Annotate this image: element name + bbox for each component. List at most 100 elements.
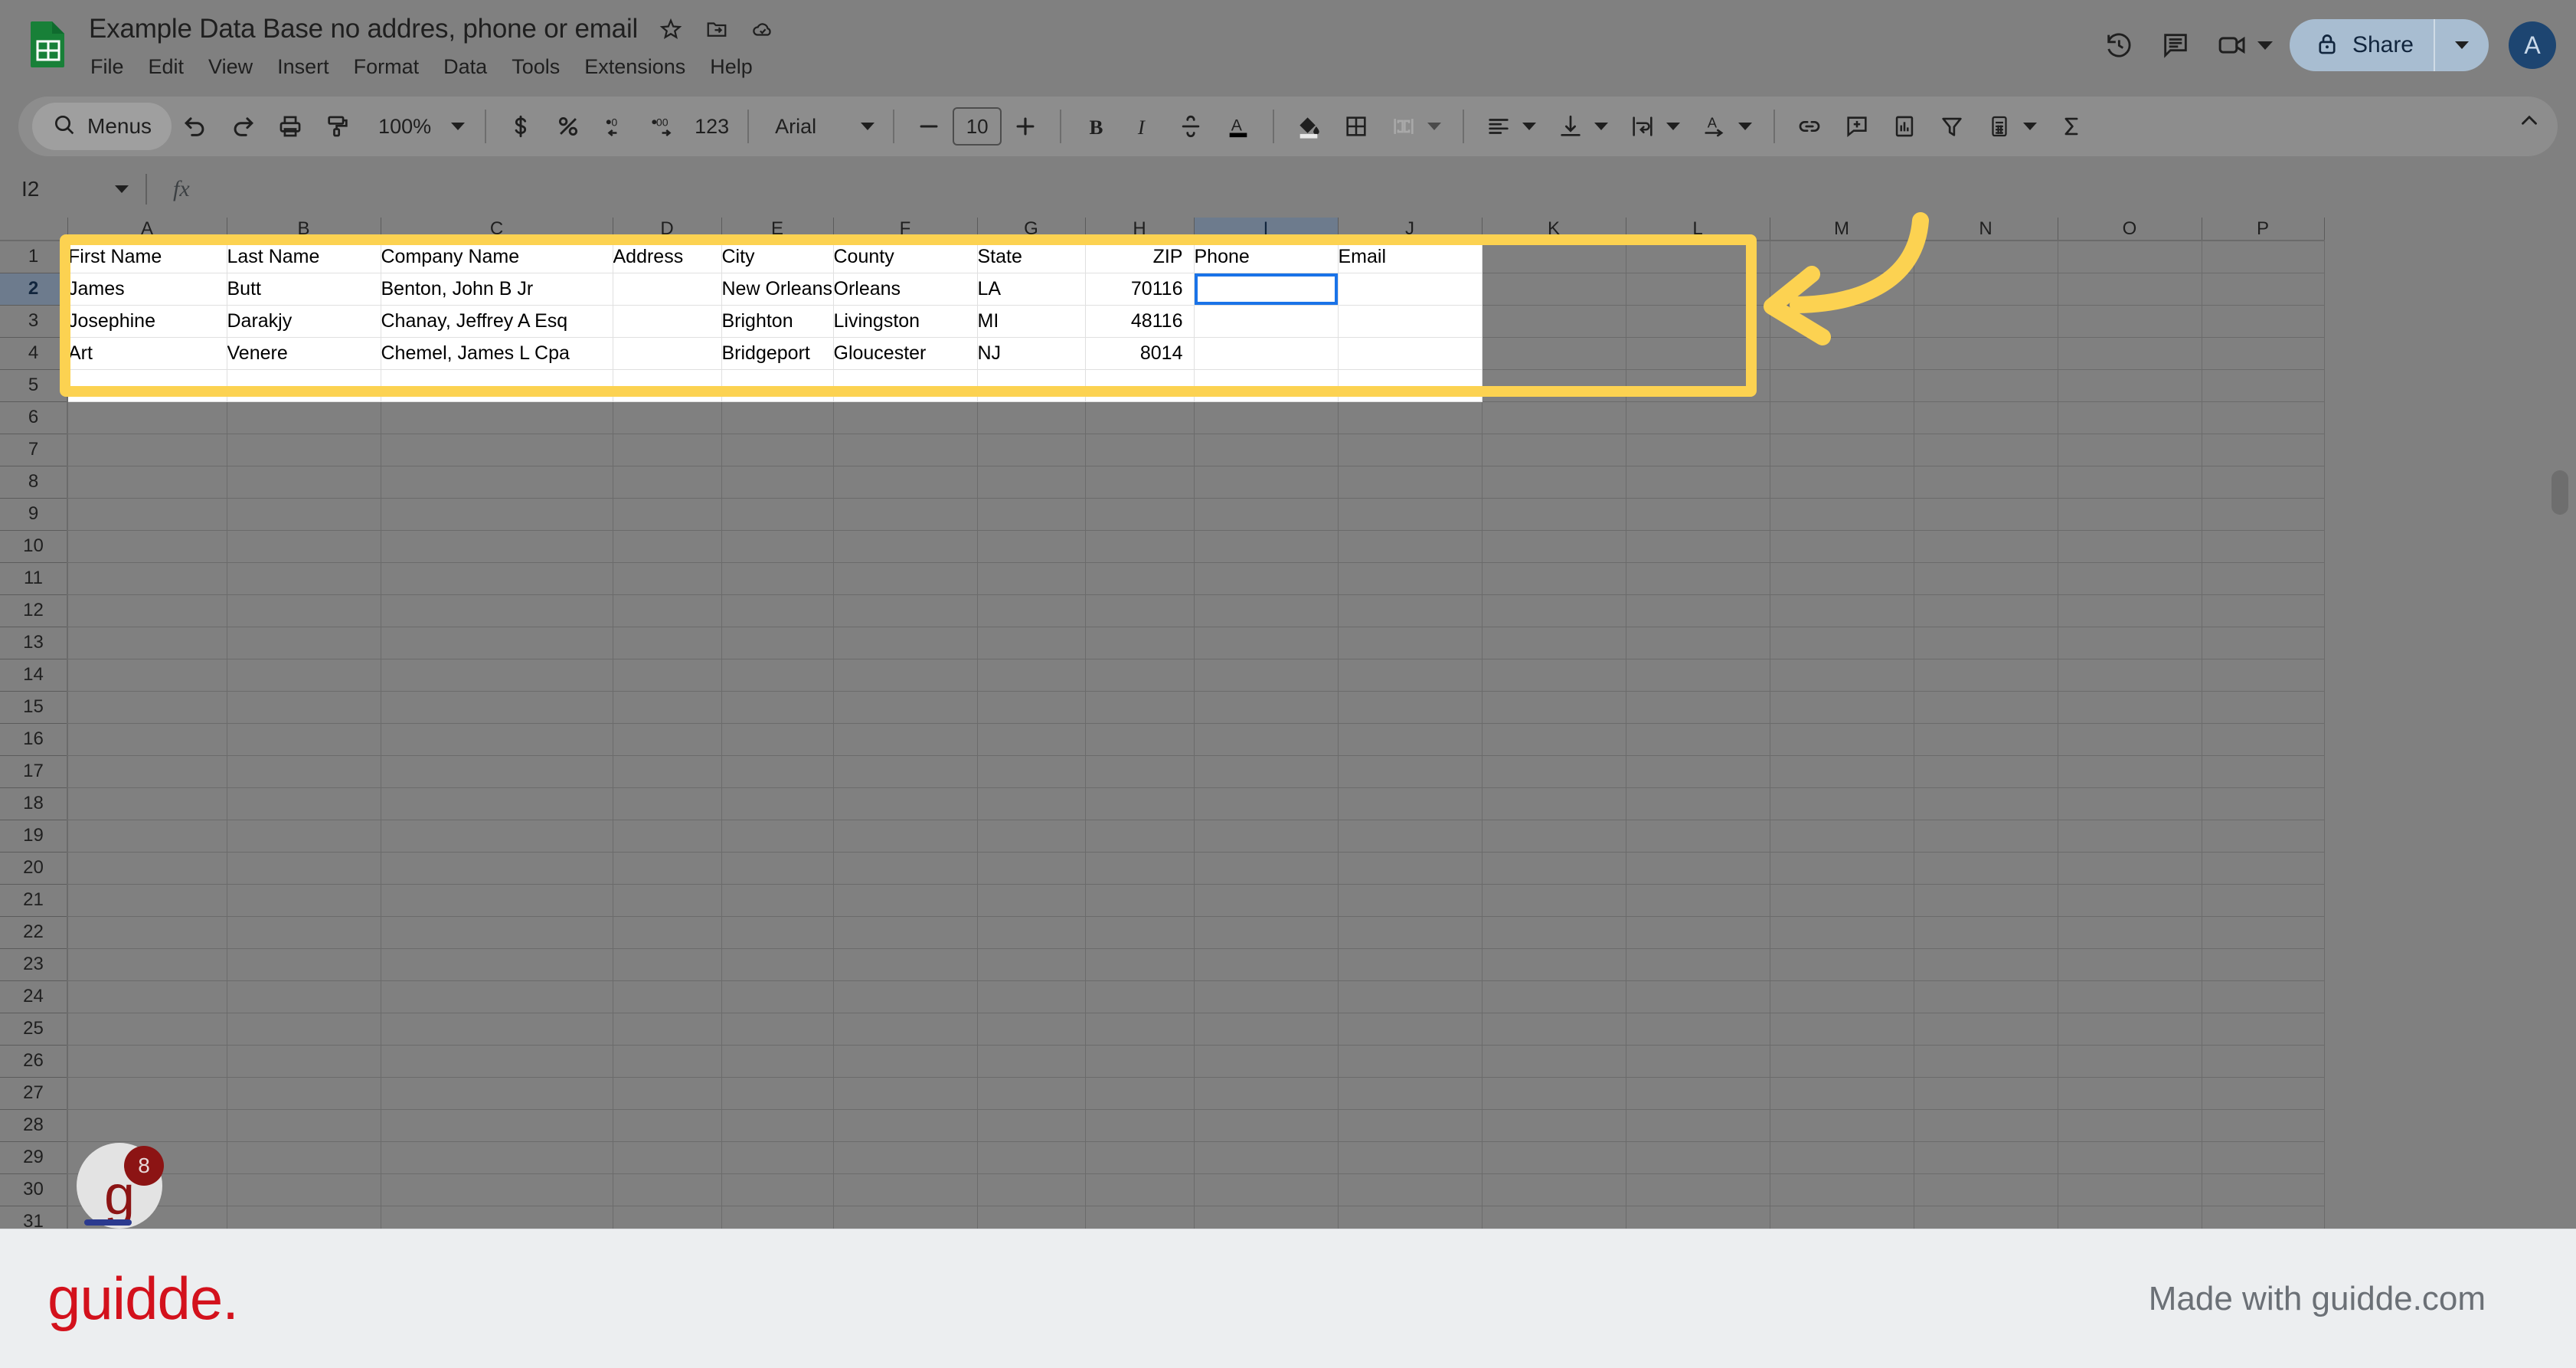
cell-k25[interactable] [1482, 1013, 1626, 1046]
cell-c17[interactable] [381, 755, 613, 788]
cell-h22[interactable] [1085, 916, 1195, 949]
cell-g31[interactable] [977, 1206, 1086, 1229]
functions-button[interactable] [1976, 103, 2023, 150]
cell-a1[interactable]: First Name [67, 241, 227, 273]
cell-k3[interactable] [1482, 305, 1626, 338]
cell-n21[interactable] [1914, 884, 2058, 917]
menu-insert[interactable]: Insert [265, 52, 342, 82]
meet-button[interactable] [2204, 18, 2273, 72]
drive-status-cloud-icon[interactable] [750, 16, 776, 42]
cell-p2[interactable] [2202, 273, 2325, 306]
cell-i26[interactable] [1194, 1045, 1339, 1078]
cell-d11[interactable] [613, 562, 722, 595]
cell-b6[interactable] [227, 401, 381, 434]
cell-m31[interactable] [1770, 1206, 1914, 1229]
cell-i25[interactable] [1194, 1013, 1339, 1046]
cell-k13[interactable] [1482, 627, 1626, 659]
cell-h20[interactable] [1085, 852, 1195, 885]
cell-b9[interactable] [227, 498, 381, 531]
cell-g4[interactable]: NJ [977, 337, 1086, 370]
cell-i10[interactable] [1194, 530, 1339, 563]
cell-b7[interactable] [227, 434, 381, 466]
cell-i6[interactable] [1194, 401, 1339, 434]
cell-p18[interactable] [2202, 787, 2325, 820]
cell-n2[interactable] [1914, 273, 2058, 306]
cell-h30[interactable] [1085, 1173, 1195, 1206]
cell-i5[interactable] [1194, 369, 1339, 402]
cell-n16[interactable] [1914, 723, 2058, 756]
cell-k22[interactable] [1482, 916, 1626, 949]
cell-l21[interactable] [1626, 884, 1770, 917]
cell-m17[interactable] [1770, 755, 1914, 788]
cell-p8[interactable] [2202, 466, 2325, 499]
cell-o6[interactable] [2058, 401, 2202, 434]
hide-menus-button[interactable] [2506, 97, 2553, 144]
cell-h10[interactable] [1085, 530, 1195, 563]
share-options-button[interactable] [2435, 19, 2489, 71]
cell-g9[interactable] [977, 498, 1086, 531]
cell-m16[interactable] [1770, 723, 1914, 756]
cell-p30[interactable] [2202, 1173, 2325, 1206]
merge-options-chevron-down-icon[interactable] [1427, 123, 1442, 130]
cell-f16[interactable] [833, 723, 978, 756]
cell-l2[interactable] [1626, 273, 1770, 306]
row-header-21[interactable]: 21 [0, 884, 68, 917]
cell-m13[interactable] [1770, 627, 1914, 659]
column-header-m[interactable]: M [1770, 218, 1914, 241]
cell-o9[interactable] [2058, 498, 2202, 531]
cell-i13[interactable] [1194, 627, 1339, 659]
cell-b26[interactable] [227, 1045, 381, 1078]
cell-a2[interactable]: James [67, 273, 227, 306]
column-header-b[interactable]: B [227, 218, 381, 241]
cell-j16[interactable] [1338, 723, 1483, 756]
cell-k26[interactable] [1482, 1045, 1626, 1078]
cell-n18[interactable] [1914, 787, 2058, 820]
cell-m4[interactable] [1770, 337, 1914, 370]
cell-g6[interactable] [977, 401, 1086, 434]
cell-g17[interactable] [977, 755, 1086, 788]
paint-format-button[interactable] [314, 103, 361, 150]
cell-b8[interactable] [227, 466, 381, 499]
cell-o22[interactable] [2058, 916, 2202, 949]
cell-o7[interactable] [2058, 434, 2202, 466]
comment-history-icon[interactable] [2147, 18, 2204, 72]
cell-j18[interactable] [1338, 787, 1483, 820]
text-rotation-button[interactable]: A [1691, 103, 1738, 150]
cell-b2[interactable]: Butt [227, 273, 381, 306]
cell-d22[interactable] [613, 916, 722, 949]
cell-n12[interactable] [1914, 594, 2058, 627]
cell-n24[interactable] [1914, 980, 2058, 1013]
vertical-align-button[interactable] [1547, 103, 1594, 150]
cell-o13[interactable] [2058, 627, 2202, 659]
cell-f10[interactable] [833, 530, 978, 563]
cell-n1[interactable] [1914, 241, 2058, 273]
cell-i4[interactable] [1194, 337, 1339, 370]
cell-n26[interactable] [1914, 1045, 2058, 1078]
column-header-f[interactable]: F [833, 218, 978, 241]
row-header-29[interactable]: 29 [0, 1141, 68, 1174]
cell-l14[interactable] [1626, 659, 1770, 692]
cell-l27[interactable] [1626, 1077, 1770, 1110]
cell-i11[interactable] [1194, 562, 1339, 595]
cell-m26[interactable] [1770, 1045, 1914, 1078]
cell-a14[interactable] [67, 659, 227, 692]
cell-p9[interactable] [2202, 498, 2325, 531]
cell-m19[interactable] [1770, 820, 1914, 853]
cell-o3[interactable] [2058, 305, 2202, 338]
cell-a17[interactable] [67, 755, 227, 788]
cell-j30[interactable] [1338, 1173, 1483, 1206]
column-header-c[interactable]: C [381, 218, 613, 241]
cell-j17[interactable] [1338, 755, 1483, 788]
cell-m7[interactable] [1770, 434, 1914, 466]
cell-b28[interactable] [227, 1109, 381, 1142]
cell-h31[interactable] [1085, 1206, 1195, 1229]
cell-k12[interactable] [1482, 594, 1626, 627]
cell-g28[interactable] [977, 1109, 1086, 1142]
cell-d26[interactable] [613, 1045, 722, 1078]
cell-g5[interactable] [977, 369, 1086, 402]
cell-m18[interactable] [1770, 787, 1914, 820]
cell-n25[interactable] [1914, 1013, 2058, 1046]
cell-e22[interactable] [721, 916, 834, 949]
cell-j28[interactable] [1338, 1109, 1483, 1142]
cell-e16[interactable] [721, 723, 834, 756]
